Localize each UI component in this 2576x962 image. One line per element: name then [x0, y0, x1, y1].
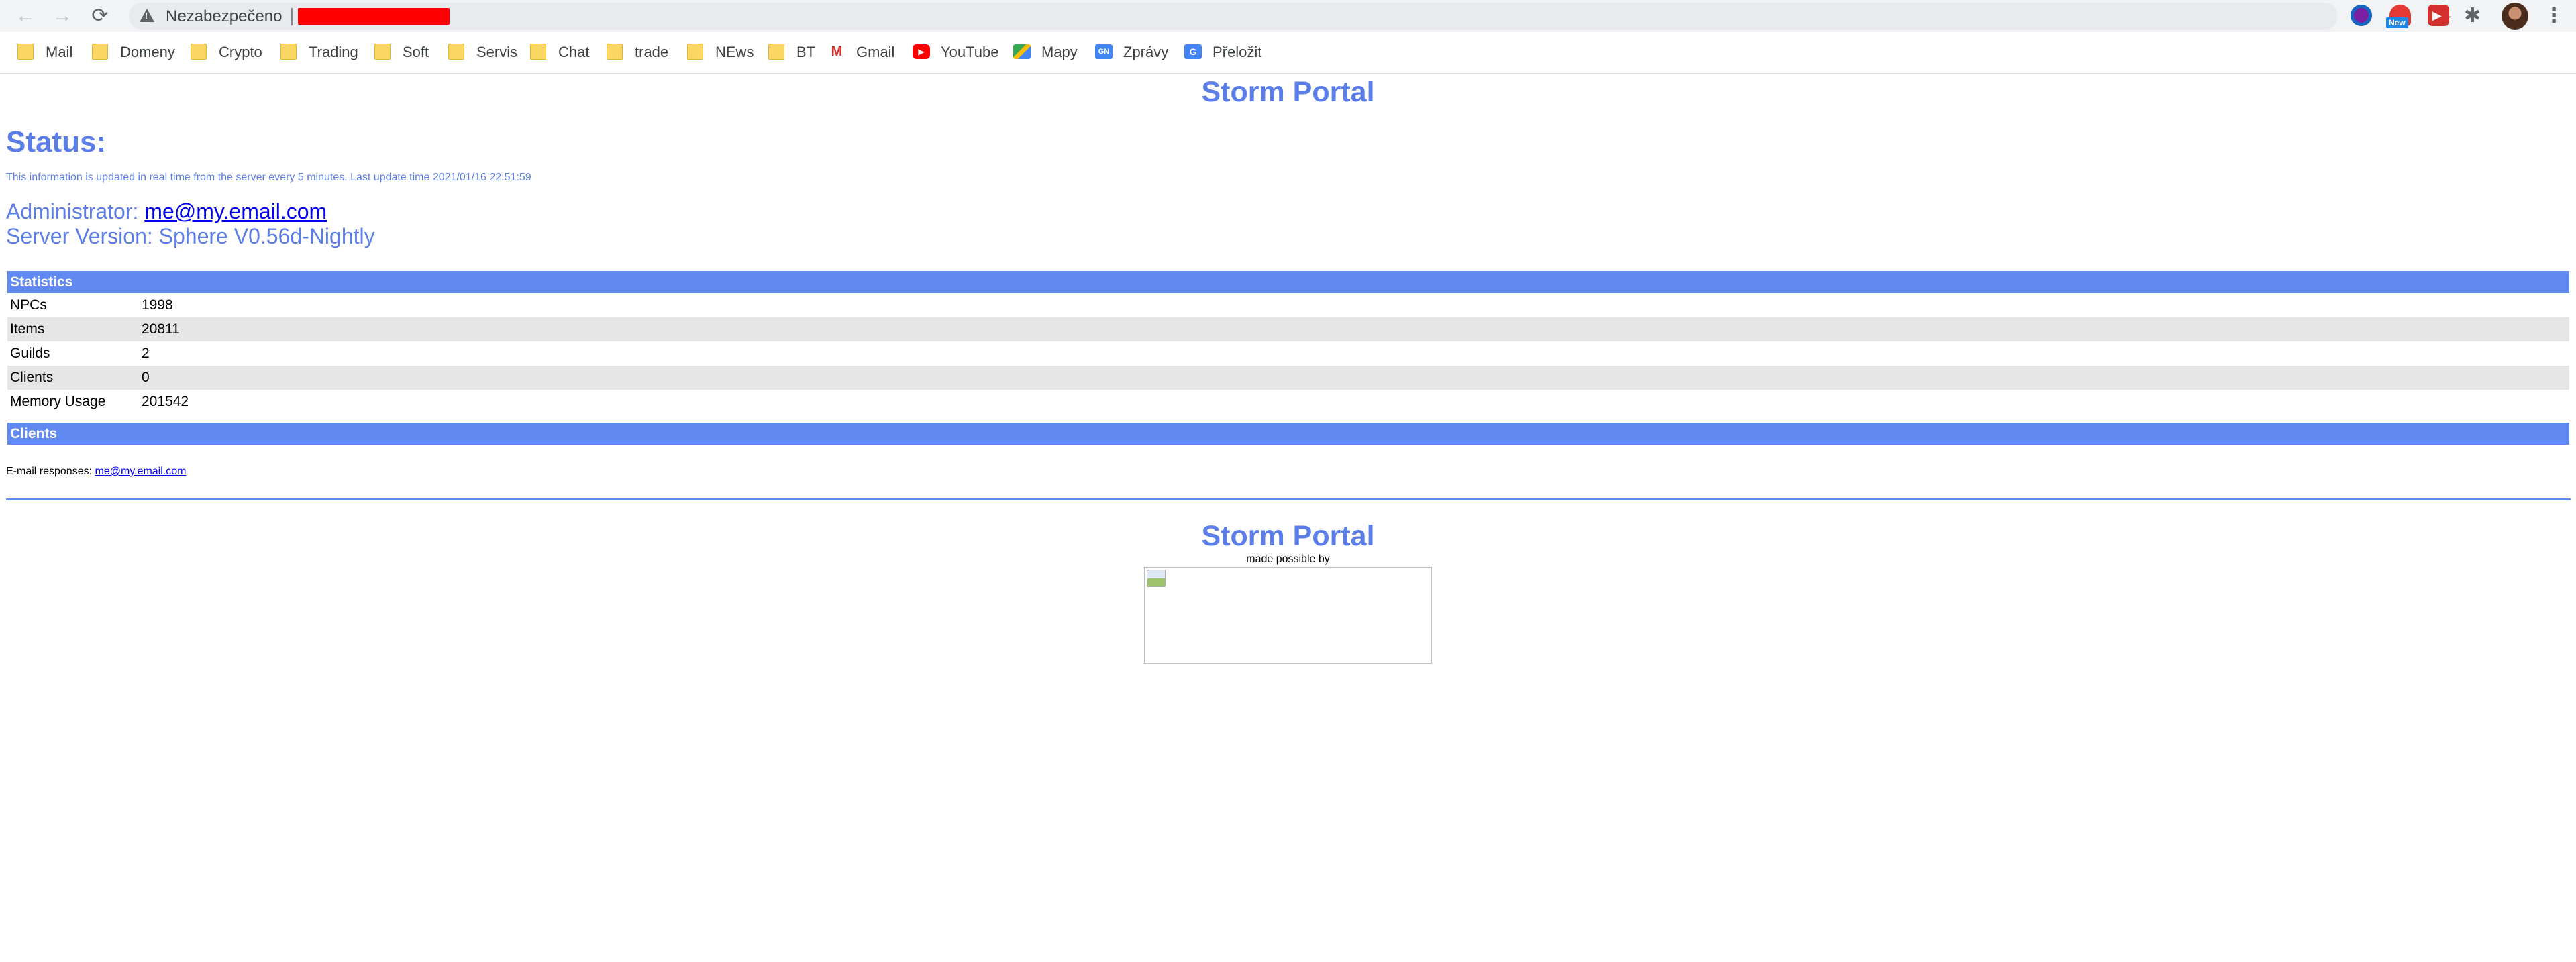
- bookmark-label: Mail: [46, 44, 73, 60]
- bookmark-youtube[interactable]: ▶ YouTube: [913, 42, 998, 62]
- not-secure-warning-icon[interactable]: [140, 9, 154, 22]
- address-bar[interactable]: Nezabezpečeno ☆: [129, 3, 2453, 31]
- back-arrow-icon: ←: [15, 5, 36, 27]
- status-heading: Status:: [6, 125, 107, 158]
- administrator-line: Administrator: me@my.email.com: [6, 199, 327, 224]
- stat-label: Clients: [7, 366, 139, 390]
- page-title: Storm Portal: [1201, 76, 1375, 108]
- back-button[interactable]: ←: [13, 4, 38, 28]
- bookmark-label: Gmail: [856, 44, 895, 60]
- stat-value: 20811: [139, 317, 2569, 341]
- bookmark-label: Trading: [309, 44, 358, 60]
- bookmark-label: Servis: [476, 44, 518, 60]
- administrator-email-link[interactable]: me@my.email.com: [144, 199, 327, 223]
- bookmark-mail[interactable]: Mail: [17, 42, 72, 62]
- gmail-icon: M: [831, 44, 843, 60]
- reload-button[interactable]: ⟳: [88, 4, 112, 28]
- bookmark-label: Přeložit: [1213, 44, 1262, 60]
- bookmark-crypto[interactable]: Crypto: [191, 42, 262, 62]
- table-row: Memory Usage 201542: [7, 390, 2569, 414]
- stat-label: NPCs: [7, 293, 139, 317]
- table-row: Clients 0: [7, 366, 2569, 390]
- bookmark-servis[interactable]: Servis: [448, 42, 517, 62]
- folder-icon: [17, 44, 34, 60]
- server-version: Server Version: Sphere V0.56d-Nightly: [6, 224, 375, 248]
- email-responses-line: E-mail responses: me@my.email.com: [6, 465, 186, 478]
- statistics-header-row: Statistics: [7, 271, 2569, 293]
- administrator-label: Administrator:: [6, 199, 139, 223]
- folder-icon: [530, 44, 546, 60]
- bookmark-label: Mapy: [1041, 44, 1078, 60]
- stat-value: 201542: [139, 390, 2569, 414]
- statistics-table: Statistics NPCs 1998 Items 20811 Guilds …: [7, 271, 2569, 414]
- bookmarks-bar: Mail Domeny Crypto Trading Soft Servis C…: [0, 32, 2576, 74]
- folder-icon: [92, 44, 108, 60]
- bookmark-label: Chat: [558, 44, 590, 60]
- stat-value: 0: [139, 366, 2569, 390]
- bookmark-news[interactable]: NEws: [687, 42, 754, 62]
- maps-icon: [1013, 44, 1031, 60]
- bookmark-label: BT: [796, 44, 816, 60]
- stat-label: Items: [7, 317, 139, 341]
- table-row: NPCs 1998: [7, 293, 2569, 317]
- extensions-puzzle-icon[interactable]: ✱: [2464, 4, 2481, 28]
- news-icon: GN: [1095, 44, 1113, 60]
- bookmark-trade[interactable]: trade: [607, 42, 668, 62]
- bookmark-label: YouTube: [941, 44, 999, 60]
- forward-arrow-icon: →: [52, 5, 72, 27]
- profile-avatar[interactable]: [2502, 3, 2528, 30]
- bookmark-label: trade: [635, 44, 669, 60]
- browser-menu-icon[interactable]: ⋮: [2544, 4, 2564, 28]
- email-responses-label: E-mail responses:: [6, 466, 93, 477]
- statistics-header: Statistics: [7, 271, 2569, 293]
- footer-title: Storm Portal: [1201, 520, 1375, 552]
- bookmark-mapy[interactable]: Mapy: [1013, 42, 1078, 62]
- new-badge: New: [2386, 17, 2408, 28]
- forward-button[interactable]: →: [50, 4, 74, 28]
- extension-play-icon[interactable]: [2428, 5, 2449, 26]
- bookmark-trading[interactable]: Trading: [280, 42, 358, 62]
- folder-icon: [768, 44, 784, 60]
- browser-toolbar: ← → ⟳ Nezabezpečeno ☆ New ✱ ⋮: [0, 0, 2576, 32]
- email-responses-link[interactable]: me@my.email.com: [95, 466, 187, 477]
- folder-icon: [191, 44, 207, 60]
- divider: [6, 498, 2571, 500]
- folder-icon: [607, 44, 623, 60]
- bookmark-label: NEws: [715, 44, 754, 60]
- stat-label: Guilds: [7, 341, 139, 366]
- stat-value: 2: [139, 341, 2569, 366]
- sponsor-image-placeholder[interactable]: [1144, 567, 1432, 664]
- folder-icon: [687, 44, 703, 60]
- bookmark-label: Crypto: [219, 44, 262, 60]
- youtube-icon: ▶: [913, 44, 930, 60]
- folder-icon: [280, 44, 297, 60]
- bookmark-soft[interactable]: Soft: [374, 42, 429, 62]
- extension-icon[interactable]: [2351, 5, 2372, 26]
- omnibox-separator: [291, 8, 293, 25]
- reload-icon: ⟳: [91, 5, 109, 27]
- made-possible-by-text: made possible by: [1246, 553, 1330, 565]
- translate-icon: G: [1184, 44, 1202, 60]
- bookmark-label: Zprávy: [1123, 44, 1169, 60]
- table-row: Guilds 2: [7, 341, 2569, 366]
- bookmark-domeny[interactable]: Domeny: [92, 42, 175, 62]
- table-row: Items 20811: [7, 317, 2569, 341]
- bookmark-label: Soft: [403, 44, 429, 60]
- bookmark-prelozit[interactable]: G Přeložit: [1184, 42, 1261, 62]
- bookmark-chat[interactable]: Chat: [530, 42, 589, 62]
- clients-header: Clients: [7, 423, 2569, 445]
- bookmark-label: Domeny: [120, 44, 175, 60]
- update-info-text: This information is updated in real time…: [6, 172, 531, 183]
- stat-value: 1998: [139, 293, 2569, 317]
- stat-label: Memory Usage: [7, 390, 139, 414]
- bookmark-bt[interactable]: BT: [768, 42, 815, 62]
- folder-icon: [448, 44, 464, 60]
- bookmark-zpravy[interactable]: GN Zprávy: [1095, 42, 1168, 62]
- bookmark-gmail[interactable]: M Gmail: [828, 42, 895, 62]
- redacted-url[interactable]: [298, 8, 450, 25]
- folder-icon: [374, 44, 391, 60]
- security-status-label: Nezabezpečeno: [166, 7, 282, 25]
